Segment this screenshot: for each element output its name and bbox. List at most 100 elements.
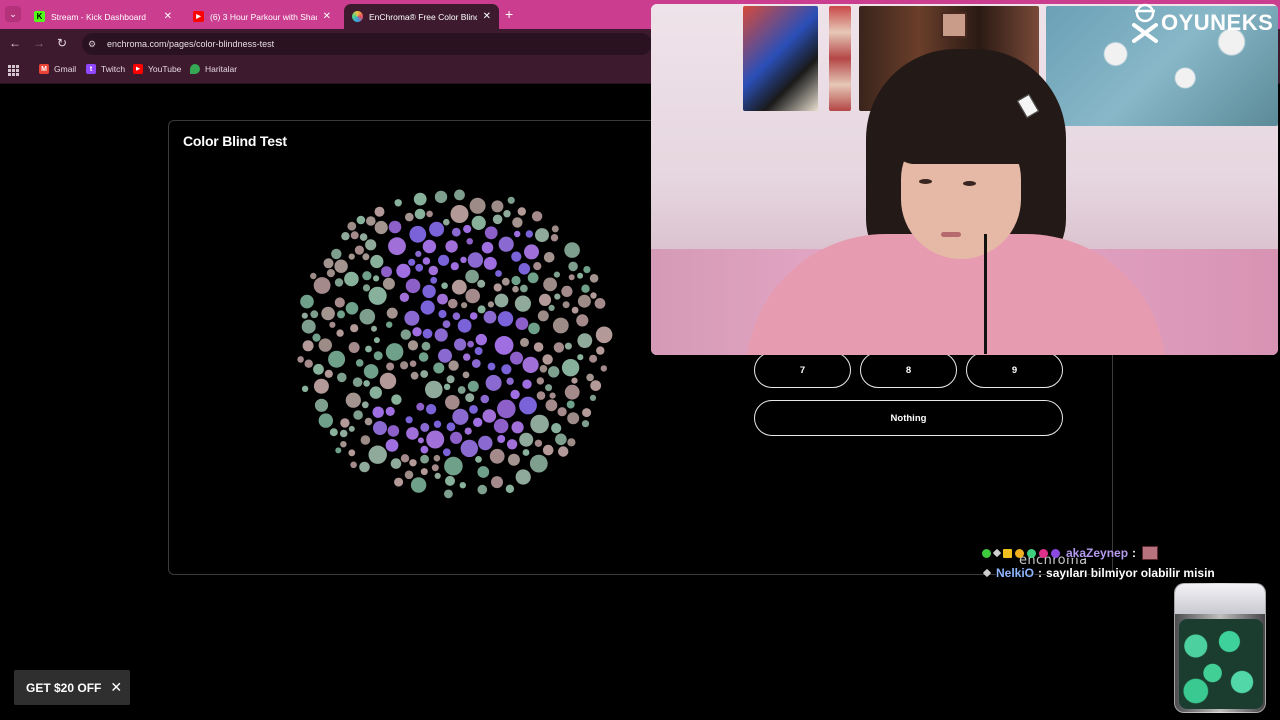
plate-dot [364, 417, 373, 426]
plate-dot [567, 438, 576, 447]
plate-dot [404, 310, 420, 326]
close-tab-icon[interactable]: ✕ [483, 11, 491, 22]
plate-dot [426, 210, 433, 218]
back-arrow-icon[interactable]: ← [9, 36, 21, 50]
pink-badge-icon [1039, 548, 1048, 558]
plate-dot [507, 196, 515, 204]
plate-dot [368, 286, 387, 305]
reload-icon[interactable]: ↻ [57, 36, 67, 50]
tab-kick-dashboard[interactable]: K Stream - Kick Dashboard ✕ [26, 4, 180, 29]
answer-button-8[interactable]: 8 [860, 352, 957, 388]
bookmark-youtube[interactable]: ▶ YouTube [133, 64, 181, 74]
plate-dot [590, 292, 597, 299]
plate-dot [348, 449, 356, 457]
plate-dot [548, 366, 560, 378]
plate-dot [334, 259, 348, 273]
plate-dot [301, 312, 308, 319]
chat-message: NelkiO : sayıları bilmiyor olabilir misi… [982, 563, 1272, 583]
bookmark-maps[interactable]: Haritalar [190, 64, 237, 74]
plate-dot [352, 377, 363, 387]
logo-wordmark: OYUNEKS [1161, 10, 1274, 35]
plate-dot [340, 418, 350, 428]
plate-dot [382, 277, 395, 290]
plate-dot [589, 354, 598, 363]
chat-message: akaZeynep : [982, 543, 1272, 563]
tab-title: Stream - Kick Dashboard [51, 11, 146, 22]
plate-dot [517, 207, 526, 216]
plate-dot [589, 274, 599, 283]
plate-dot [466, 238, 473, 245]
plate-dot [422, 239, 437, 254]
plate-dot [350, 324, 359, 333]
plate-dot [561, 359, 580, 377]
discount-banner[interactable]: GET $20 OFF ✕ [14, 670, 130, 705]
forward-arrow-icon[interactable]: → [33, 36, 45, 50]
plate-dot [454, 338, 467, 351]
site-settings-icon[interactable]: ⚙ [88, 39, 98, 49]
plate-dot [475, 456, 482, 463]
plate-dot [362, 284, 371, 292]
nothing-button[interactable]: Nothing [754, 400, 1063, 436]
close-tab-icon[interactable]: ✕ [323, 11, 331, 22]
tab-youtube-parkour[interactable]: ▶ (6) 3 Hour Parkour with Shaders ✕ [185, 4, 339, 29]
plate-dot [386, 321, 393, 328]
plate-dot [425, 404, 437, 415]
new-tab-plus-icon[interactable]: + [505, 6, 513, 22]
tab-title: (6) 3 Hour Parkour with Shaders [210, 11, 317, 22]
plate-dot [589, 394, 597, 401]
plate-dot [336, 329, 344, 337]
bookmark-twitch[interactable]: t Twitch [86, 64, 125, 74]
plate-dot [448, 360, 459, 371]
tab-search-chevron-icon[interactable]: ⌄ [5, 6, 21, 22]
plate-dot [370, 254, 384, 269]
plate-dot [314, 398, 329, 412]
plate-dot [373, 351, 383, 361]
url-text: enchroma.com/pages/color-blindness-test [107, 39, 275, 49]
plate-dot [413, 192, 427, 206]
plate-dot [489, 448, 505, 464]
plate-dot [514, 295, 531, 312]
answer-button-9[interactable]: 9 [966, 352, 1063, 388]
plate-dot [536, 391, 546, 400]
plate-dot [394, 477, 404, 487]
plate-dot [581, 420, 590, 428]
chat-username: akaZeynep [1066, 546, 1129, 560]
plate-dot [555, 433, 567, 446]
plate-dot [390, 458, 402, 469]
kick-icon: K [34, 11, 45, 22]
plate-dot [422, 257, 431, 265]
plate-dot [441, 282, 448, 289]
plate-dot [385, 439, 399, 452]
plate-dot [577, 354, 584, 361]
plate-dot [421, 341, 431, 351]
plate-dot [418, 352, 429, 362]
plate-dot [354, 245, 364, 255]
plate-dot [396, 263, 411, 278]
close-tab-icon[interactable]: ✕ [164, 11, 172, 22]
plate-dot [465, 269, 479, 284]
bookmark-gmail[interactable]: M Gmail [39, 64, 76, 74]
close-icon[interactable]: ✕ [110, 679, 122, 696]
plate-dot [412, 327, 422, 337]
plate-dot [360, 435, 371, 445]
plate-dot [463, 224, 472, 234]
maps-icon [190, 64, 200, 74]
plate-dot [420, 422, 430, 432]
plate-dot [430, 276, 438, 284]
plate-dot [313, 277, 331, 294]
plate-dot [491, 200, 504, 213]
plate-dot [340, 441, 347, 448]
plate-dot [429, 221, 445, 237]
plate-dot [345, 302, 359, 315]
tab-enchroma-test[interactable]: EnChroma® Free Color Blind Test ✕ [344, 4, 499, 29]
webcam-overlay [651, 4, 1278, 355]
apps-grid-icon[interactable] [8, 65, 19, 76]
address-bar[interactable]: ⚙ enchroma.com/pages/color-blindness-tes… [82, 33, 652, 55]
plate-dot [531, 211, 543, 222]
twitch-icon: t [86, 64, 96, 74]
plate-dot [457, 318, 472, 333]
chat-emote-icon [1142, 546, 1159, 560]
answer-button-7[interactable]: 7 [754, 352, 851, 388]
purple-badge-icon [1051, 548, 1060, 558]
plate-dot [548, 304, 555, 311]
